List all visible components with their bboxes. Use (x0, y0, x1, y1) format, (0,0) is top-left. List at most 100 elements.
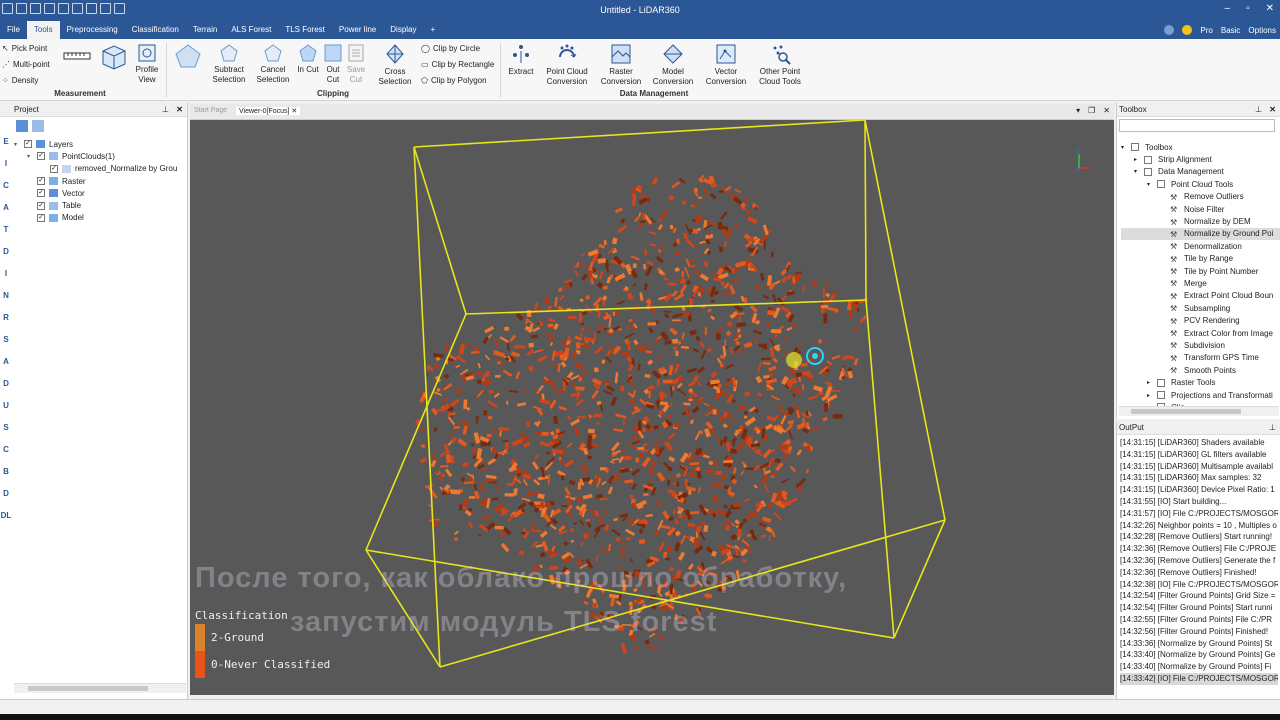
toolbox-item[interactable]: ▸ Strip Alignment (1121, 153, 1280, 165)
side-tool-icon[interactable]: A (0, 357, 12, 369)
layer-checkbox[interactable]: ✓ (37, 213, 45, 222)
toolbox-item[interactable]: ▾ Toolbox (1121, 141, 1280, 153)
toolbox-item[interactable]: ⚒ Extract Color from Image (1121, 327, 1280, 339)
dropdown-icon[interactable]: ▾ (1076, 106, 1080, 115)
options-menu[interactable]: Options (1248, 26, 1276, 35)
menu-tab-classification[interactable]: Classification (125, 21, 186, 39)
toolbox-item[interactable]: ⚒ Denormalization (1121, 240, 1280, 252)
out-cut-button[interactable]: Out Cut (322, 43, 344, 85)
toolbox-item[interactable]: ⚒ Smooth Points (1121, 364, 1280, 376)
expand-icon[interactable]: ▸ (1147, 392, 1157, 399)
close-tab-icon[interactable]: ✕ (291, 108, 297, 115)
layer-checkbox[interactable]: ✓ (37, 189, 45, 198)
expand-icon[interactable]: ▾ (1121, 144, 1131, 151)
help-icon[interactable] (1182, 25, 1193, 35)
toolbox-item[interactable]: ⚒ Normalize by DEM (1121, 215, 1280, 227)
menu-tab-display[interactable]: Display (383, 21, 423, 39)
side-tool-icon[interactable]: B (0, 467, 12, 479)
toolbox-item[interactable]: ⚒ Transform GPS Time (1121, 352, 1280, 364)
layer-tree-item[interactable]: ✓ Raster (14, 175, 188, 187)
pin-icon[interactable]: ⊥ (1255, 103, 1262, 117)
expand-icon[interactable]: ▾ (14, 141, 24, 148)
pro-label[interactable]: Pro (1200, 26, 1212, 35)
clip-by-rectangle-button[interactable]: ▭ Clip by Rectangle (421, 60, 494, 69)
toolbox-item[interactable]: ▸ Projections and Transformati (1121, 389, 1280, 401)
side-tool-icon[interactable]: A (0, 203, 12, 215)
vector-conversion-button[interactable]: Vector Conversion (700, 43, 752, 87)
toolbox-item[interactable]: ⚒ Merge (1121, 277, 1280, 289)
side-tool-icon[interactable]: I (0, 159, 12, 171)
polygon-select-button[interactable] (170, 43, 206, 71)
density-button[interactable]: ⁘ Density (2, 76, 38, 85)
model-conversion-button[interactable]: Model Conversion (648, 43, 698, 87)
add-layer-icon[interactable] (16, 120, 28, 132)
toolbox-item[interactable]: ⚒ Subdivision (1121, 339, 1280, 351)
layer-checkbox[interactable]: ✓ (50, 164, 58, 173)
menu-tab-[interactable]: + (424, 21, 443, 39)
in-cut-button[interactable]: In Cut (295, 43, 321, 75)
layer-tree-item[interactable]: ✓ removed_Normalize by Grou (14, 163, 188, 175)
side-tool-icon[interactable]: DL (0, 511, 12, 523)
layer-tree-item[interactable]: ▾ ✓ PointClouds(1) (14, 150, 188, 162)
cancel-selection-button[interactable]: Cancel Selection (253, 43, 293, 85)
side-tool-icon[interactable]: R (0, 313, 12, 325)
toolbox-scrollbar[interactable] (1119, 406, 1279, 416)
minimize-icon[interactable]: – (1225, 3, 1231, 14)
menu-tab-als-forest[interactable]: ALS Forest (224, 21, 278, 39)
expand-icon[interactable]: ▾ (1134, 168, 1144, 175)
toolbox-item[interactable]: ▾ Data Management (1121, 166, 1280, 178)
cross-selection-button[interactable]: Cross Selection (375, 43, 415, 87)
cube-button[interactable] (98, 43, 130, 73)
tab-start-page[interactable]: Start Page (194, 107, 227, 114)
toolbox-item[interactable]: ⚒ Normalize by Ground Poi (1121, 227, 1280, 241)
toggle-icon[interactable] (1164, 25, 1175, 35)
pick-point-button[interactable]: ↖ Pick Point (2, 44, 47, 53)
side-tool-icon[interactable]: I (0, 269, 12, 281)
expand-icon[interactable]: ▸ (1147, 379, 1157, 386)
multi-point-button[interactable]: ⋰ Multi-point (2, 60, 50, 69)
toolbox-item[interactable]: ⚒ Noise Filter (1121, 203, 1280, 215)
side-tool-icon[interactable]: T (0, 225, 12, 237)
toolbox-item[interactable]: ⚒ Subsampling (1121, 302, 1280, 314)
layer-checkbox[interactable]: ✓ (37, 177, 45, 186)
layer-checkbox[interactable]: ✓ (24, 140, 32, 149)
side-tool-icon[interactable]: S (0, 423, 12, 435)
basic-label[interactable]: Basic (1221, 26, 1241, 35)
maximize-icon[interactable]: ▫ (1246, 3, 1250, 14)
toolbox-item[interactable]: ▸ Raster Tools (1121, 376, 1280, 388)
expand-icon[interactable]: ▸ (1134, 156, 1144, 163)
side-tool-icon[interactable]: U (0, 401, 12, 413)
save-cut-button[interactable]: Save Cut (345, 43, 367, 85)
toolbox-item[interactable]: ⚒ Extract Point Cloud Boun (1121, 290, 1280, 302)
layer-checkbox[interactable]: ✓ (37, 201, 45, 210)
other-point-cloud-tools-button[interactable]: Other Point Cloud Tools (754, 43, 806, 87)
extract-button[interactable]: Extract (505, 43, 537, 77)
side-tool-icon[interactable]: D (0, 247, 12, 259)
layer-tree-item[interactable]: ▾ ✓ Layers (14, 138, 188, 150)
clip-by-circle-button[interactable]: ◯ Clip by Circle (421, 44, 480, 53)
side-tool-icon[interactable]: C (0, 445, 12, 457)
subtract-selection-button[interactable]: Subtract Selection (208, 43, 250, 85)
toolbox-search-input[interactable] (1119, 119, 1275, 132)
menu-tab-preprocessing[interactable]: Preprocessing (60, 21, 125, 39)
layer-tree-item[interactable]: ✓ Model (14, 212, 188, 224)
toolbox-item[interactable]: ⚒ Tile by Point Number (1121, 265, 1280, 277)
project-scrollbar[interactable] (14, 683, 186, 693)
menu-tab-terrain[interactable]: Terrain (186, 21, 224, 39)
raster-conversion-button[interactable]: Raster Conversion (596, 43, 646, 87)
layer-checkbox[interactable]: ✓ (37, 152, 45, 161)
expand-icon[interactable]: ▾ (1147, 181, 1157, 188)
side-tool-icon[interactable]: S (0, 335, 12, 347)
clip-by-polygon-button[interactable]: ⬠ Clip by Polygon (421, 76, 487, 85)
menu-tab-file[interactable]: File (0, 21, 27, 39)
menu-tab-power-line[interactable]: Power line (332, 21, 383, 39)
expand-icon[interactable]: ▾ (27, 153, 37, 160)
toolbox-item[interactable]: ⚒ PCV Rendering (1121, 314, 1280, 326)
toolbox-item[interactable]: ▾ Point Cloud Tools (1121, 178, 1280, 190)
close-viewer-icon[interactable]: ✕ (1103, 106, 1110, 115)
side-tool-icon[interactable]: E (0, 137, 12, 149)
side-tool-icon[interactable]: C (0, 181, 12, 193)
close-panel-icon[interactable]: ✕ (176, 103, 183, 117)
side-tool-icon[interactable]: N (0, 291, 12, 303)
restore-icon[interactable]: ❐ (1088, 106, 1095, 115)
